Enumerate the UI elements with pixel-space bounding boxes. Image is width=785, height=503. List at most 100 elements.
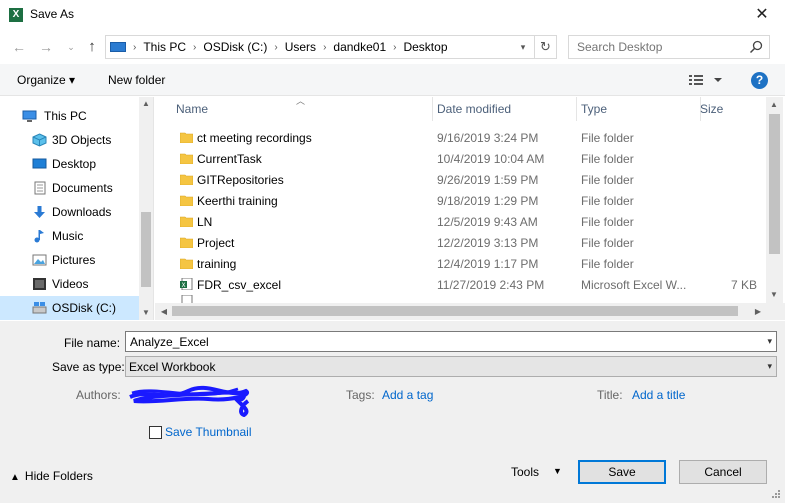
save-as-type-select[interactable]: Excel Workbook ▾ — [125, 356, 777, 377]
organize-button[interactable]: Organize ▾ — [17, 73, 75, 87]
scrollbar-thumb[interactable] — [769, 114, 780, 254]
tools-button[interactable]: Tools ▼ — [511, 462, 567, 483]
file-row[interactable]: GITRepositories 9/26/2019 1:59 PM File f… — [155, 169, 769, 190]
search-box[interactable] — [568, 35, 770, 59]
breadcrumb-user[interactable]: dandke01 — [329, 40, 390, 54]
column-header-name[interactable]: ︿ Name — [155, 97, 433, 121]
nav-pane-scrollbar[interactable]: ▲ ▼ — [139, 97, 153, 320]
file-date: 10/4/2019 10:04 AM — [437, 152, 545, 166]
nav-item-this-pc[interactable]: This PC — [0, 104, 140, 128]
nav-item-downloads[interactable]: Downloads — [0, 200, 140, 224]
redacted-scribble — [129, 385, 250, 417]
scroll-right-icon[interactable]: ▶ — [751, 305, 765, 319]
column-header-date[interactable]: Date modified — [433, 97, 577, 121]
column-header-size[interactable]: Size — [700, 97, 771, 121]
scroll-down-icon[interactable]: ▼ — [139, 306, 153, 320]
recent-locations-chevron-icon[interactable]: ⌄ — [62, 37, 80, 57]
nav-item-label: Videos — [52, 277, 89, 291]
forward-arrow-icon[interactable]: → — [37, 37, 55, 57]
file-name: GITRepositories — [197, 173, 284, 187]
file-row[interactable]: Project 12/2/2019 3:13 PM File folder — [155, 232, 769, 253]
authors-label: Authors: — [76, 388, 121, 402]
folder-icon — [180, 216, 193, 227]
search-icon[interactable] — [749, 40, 763, 54]
file-row-partial[interactable] — [155, 295, 769, 303]
scroll-down-icon[interactable]: ▼ — [767, 288, 781, 302]
file-name: training — [197, 257, 237, 271]
nav-item-music[interactable]: Music — [0, 224, 140, 248]
cancel-button[interactable]: Cancel — [679, 460, 767, 484]
scroll-up-icon[interactable]: ▲ — [139, 97, 153, 111]
breadcrumb-desktop[interactable]: Desktop — [399, 40, 451, 54]
add-title-link[interactable]: Add a title — [632, 388, 685, 402]
save-as-type-value: Excel Workbook — [129, 360, 216, 374]
help-button[interactable]: ? — [751, 72, 768, 89]
nav-item-3d-objects[interactable]: 3D Objects — [0, 128, 140, 152]
hide-folders-button[interactable]: ▲ Hide Folders — [10, 469, 93, 483]
file-list: ︿ Name Date modified Type Size ct meetin… — [155, 97, 785, 303]
scrollbar-thumb[interactable] — [141, 212, 151, 287]
file-name-field[interactable]: ▾ — [125, 331, 777, 352]
file-list-vertical-scrollbar[interactable]: ▲ ▼ — [766, 97, 783, 303]
3d-objects-icon — [32, 133, 47, 147]
close-button[interactable]: ✕ — [739, 0, 785, 30]
nav-item-documents[interactable]: Documents — [0, 176, 140, 200]
search-input[interactable] — [569, 36, 745, 58]
up-arrow-icon[interactable]: ↑ — [83, 37, 101, 57]
hide-folders-label: Hide Folders — [24, 469, 93, 483]
file-date: 12/2/2019 3:13 PM — [437, 236, 539, 250]
file-date: 12/4/2019 1:17 PM — [437, 257, 539, 271]
chevron-down-icon[interactable]: ▾ — [767, 336, 772, 347]
add-tag-link[interactable]: Add a tag — [382, 388, 433, 402]
sort-ascending-icon: ︿ — [296, 97, 306, 106]
music-icon — [34, 230, 44, 243]
file-row[interactable]: training 12/4/2019 1:17 PM File folder — [155, 253, 769, 274]
column-header-type[interactable]: Type — [577, 97, 701, 121]
save-thumbnail-label[interactable]: Save Thumbnail — [165, 425, 252, 439]
new-folder-button[interactable]: New folder — [108, 73, 165, 87]
chevron-right-icon: › — [193, 41, 197, 53]
nav-item-label: This PC — [44, 109, 87, 123]
file-row[interactable]: CurrentTask 10/4/2019 10:04 AM File fold… — [155, 148, 769, 169]
tools-label: Tools — [511, 465, 540, 479]
excel-icon: X — [9, 8, 23, 22]
save-button[interactable]: Save — [578, 460, 666, 484]
column-header-label: Date modified — [437, 102, 512, 116]
file-row[interactable]: ct meeting recordings 9/16/2019 3:24 PM … — [155, 127, 769, 148]
nav-item-label: 3D Objects — [52, 133, 112, 147]
chevron-right-icon: › — [323, 41, 327, 53]
file-date: 9/16/2019 3:24 PM — [437, 131, 539, 145]
nav-item-osdisk[interactable]: OSDisk (C:) — [0, 296, 140, 320]
breadcrumb-this-pc[interactable]: This PC — [139, 40, 190, 54]
nav-item-desktop[interactable]: Desktop — [0, 152, 140, 176]
nav-item-pictures[interactable]: Pictures — [0, 248, 140, 272]
chevron-right-icon: › — [393, 41, 397, 53]
breadcrumb-osdisk[interactable]: OSDisk (C:) — [199, 40, 271, 54]
chevron-down-icon: ▾ — [767, 361, 772, 371]
title-bar: X Save As ✕ — [0, 0, 785, 30]
scrollbar-thumb[interactable] — [172, 306, 738, 316]
change-view-button[interactable] — [688, 72, 726, 88]
file-row[interactable]: Keerthi training 9/18/2019 1:29 PM File … — [155, 190, 769, 211]
excel-file-icon — [181, 295, 193, 303]
documents-icon — [34, 181, 46, 195]
save-as-type-label: Save as type: — [52, 360, 125, 374]
address-dropdown-icon[interactable]: ▾ — [516, 39, 530, 55]
address-bar[interactable]: › This PC › OSDisk (C:) › Users › dandke… — [105, 35, 557, 59]
nav-item-videos[interactable]: Videos — [0, 272, 140, 296]
scroll-up-icon[interactable]: ▲ — [767, 98, 781, 112]
scroll-left-icon[interactable]: ◀ — [157, 305, 171, 319]
file-name-label: File name: — [64, 336, 121, 350]
file-row[interactable]: LN 12/5/2019 9:43 AM File folder — [155, 211, 769, 232]
save-thumbnail-checkbox[interactable] — [149, 426, 162, 439]
file-name-input[interactable] — [126, 332, 776, 351]
file-list-horizontal-scrollbar[interactable]: ◀ ▶ — [155, 303, 785, 320]
refresh-icon[interactable]: ↻ — [534, 36, 556, 58]
chevron-right-icon: › — [274, 41, 278, 53]
resize-grip-icon[interactable] — [771, 489, 781, 499]
file-row[interactable]: X FDR_csv_excel 11/27/2019 2:43 PM Micro… — [155, 274, 769, 295]
chevron-down-icon: ▼ — [553, 466, 562, 476]
computer-icon — [110, 42, 126, 52]
breadcrumb-users[interactable]: Users — [281, 40, 320, 54]
back-arrow-icon[interactable]: ← — [10, 37, 28, 57]
